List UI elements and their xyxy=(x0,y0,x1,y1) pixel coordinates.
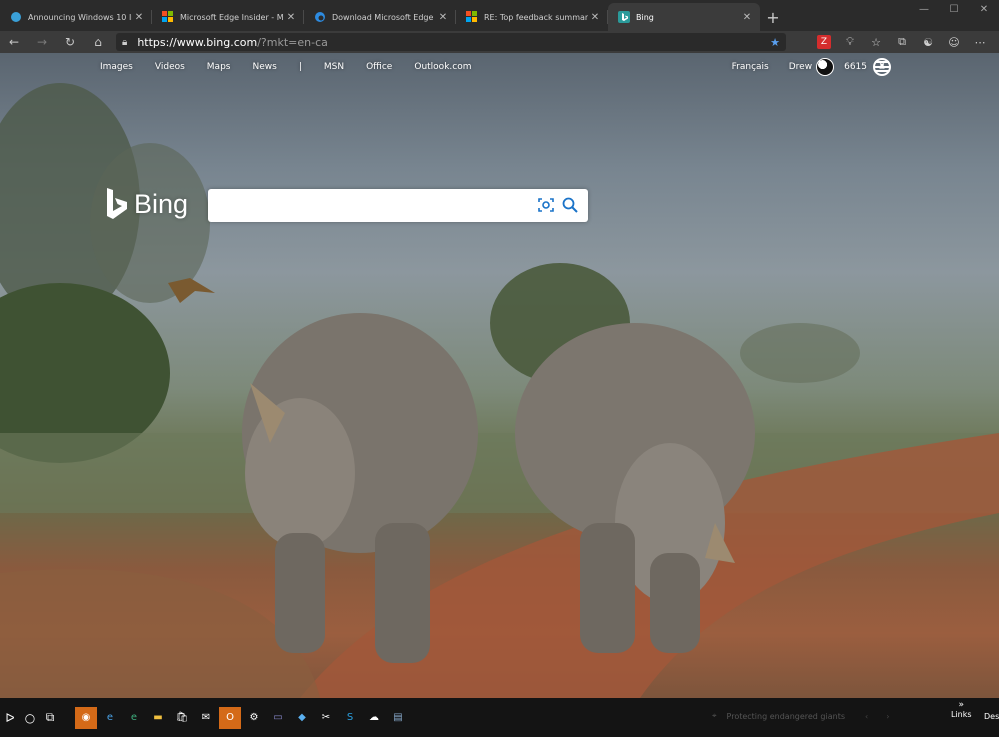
rewards-points[interactable]: 6615 xyxy=(844,62,867,72)
tab-title: RE: Top feedback summary for D xyxy=(484,12,588,22)
minimize-icon[interactable]: — xyxy=(909,0,939,18)
collections-icon[interactable]: ⧉ xyxy=(889,31,915,53)
tab-feedback-summary[interactable]: RE: Top feedback summary for D ✕ xyxy=(456,3,608,31)
links-toolbar[interactable]: » Links xyxy=(951,700,972,719)
tab-strip: Announcing Windows 10 Insider ✕ Microsof… xyxy=(0,0,999,31)
favorite-star-icon[interactable]: ★ xyxy=(770,36,780,49)
browser-toolbar: ← → ↻ ⌂ 🔒︎ https://www.bing.com/?mkt=en-… xyxy=(0,31,999,53)
terminal-icon[interactable]: ▭ xyxy=(267,707,289,729)
feedback-smiley-icon[interactable]: ☺ xyxy=(941,31,967,53)
tab-title: Microsoft Edge Insider - Micros xyxy=(180,12,284,22)
bing-background-image xyxy=(0,53,999,698)
lock-icon[interactable]: 🔒︎ xyxy=(122,37,127,48)
bing-logo[interactable]: Bing xyxy=(106,188,188,220)
edge-beta-icon[interactable]: e xyxy=(123,707,145,729)
file-explorer-icon[interactable]: ▬ xyxy=(147,707,169,729)
bing-top-nav: Images Videos Maps News | MSN Office Out… xyxy=(100,62,493,72)
taskbar-notice: ⌖ Protecting endangered giants ‹› xyxy=(712,711,907,721)
close-tab-icon[interactable]: ✕ xyxy=(740,12,754,23)
user-name[interactable]: Drew xyxy=(789,62,812,72)
tab-announcing-windows[interactable]: Announcing Windows 10 Insider ✕ xyxy=(0,3,152,31)
edge-icon[interactable]: e xyxy=(99,707,121,729)
language-link[interactable]: Français xyxy=(732,62,769,72)
nav-msn[interactable]: MSN xyxy=(324,62,344,72)
taskbar-app-highlighted-icon[interactable]: ◉ xyxy=(75,706,97,729)
extension-red-icon[interactable]: Z xyxy=(817,35,831,49)
toolbar-extensions: Z 💡︎ ☆ ⧉ ☯ ☺ ⋯ xyxy=(811,31,993,53)
bing-icon xyxy=(618,11,630,23)
favorites-list-icon[interactable]: ☆ xyxy=(863,31,889,53)
bing-account-area: Français Drew 6615 ♜ xyxy=(732,58,891,76)
tab-bing[interactable]: Bing ✕ xyxy=(608,3,760,31)
nav-news[interactable]: News xyxy=(252,62,276,72)
tab-edge-insider[interactable]: Microsoft Edge Insider - Micros ✕ xyxy=(152,3,304,31)
task-view-icon[interactable]: ⧉ xyxy=(40,703,60,733)
snip-icon[interactable]: ✂ xyxy=(315,707,337,729)
start-icon[interactable]: ᐅ xyxy=(0,703,20,733)
avatar[interactable] xyxy=(816,58,835,76)
address-url[interactable]: https://www.bing.com/?mkt=en-ca xyxy=(137,36,328,49)
edge-icon xyxy=(314,11,326,23)
nav-maps[interactable]: Maps xyxy=(207,62,231,72)
close-tab-icon[interactable]: ✕ xyxy=(284,12,298,23)
lightbulb-icon[interactable]: 💡︎ xyxy=(837,31,863,53)
notice-arrow-icons[interactable]: ‹› xyxy=(865,712,907,721)
cortana-icon[interactable]: ○ xyxy=(20,703,40,733)
close-tab-icon[interactable]: ✕ xyxy=(436,12,450,23)
settings-gear-icon[interactable]: ⚙ xyxy=(243,707,265,729)
search-input[interactable] xyxy=(218,195,528,215)
close-window-icon[interactable]: ✕ xyxy=(969,0,999,18)
rhino-scene-picture xyxy=(0,83,999,698)
location-pin-icon: ⌖ xyxy=(712,711,717,720)
mail-icon[interactable]: ✉ xyxy=(195,707,217,729)
forward-arrow-icon[interactable]: → xyxy=(28,31,56,53)
more-options-icon[interactable]: ⋯ xyxy=(967,31,993,53)
notice-text[interactable]: Protecting endangered giants xyxy=(727,712,845,721)
close-tab-icon[interactable]: ✕ xyxy=(132,12,146,23)
nav-office[interactable]: Office xyxy=(366,62,392,72)
tab-title: Announcing Windows 10 Insider xyxy=(28,12,132,22)
tab-title: Download Microsoft Edge Insid xyxy=(332,12,436,22)
microsoft-logo-icon xyxy=(162,11,174,23)
windows-blog-icon xyxy=(10,11,22,23)
remote-desktop-icon[interactable]: ▤ xyxy=(387,707,409,729)
address-bar[interactable]: 🔒︎ https://www.bing.com/?mkt=en-ca ★ xyxy=(116,33,786,51)
refresh-icon[interactable]: ↻ xyxy=(56,31,84,53)
profile-avatar-icon[interactable]: ☯ xyxy=(915,31,941,53)
links-label: Links xyxy=(951,710,972,719)
twitter-icon[interactable]: ◆ xyxy=(291,707,313,729)
cloud-app-icon[interactable]: ☁ xyxy=(363,707,385,729)
outlook-icon[interactable]: O xyxy=(219,706,241,729)
skype-icon[interactable]: S xyxy=(339,707,361,729)
maximize-icon[interactable]: ☐ xyxy=(939,0,969,18)
tab-download-edge[interactable]: Download Microsoft Edge Insid ✕ xyxy=(304,3,456,31)
store-icon[interactable]: 🛍︎ xyxy=(171,707,193,729)
bing-logo-text: Bing xyxy=(134,188,189,219)
microsoft-logo-icon xyxy=(466,11,478,23)
visual-search-icon[interactable] xyxy=(538,197,554,213)
desktop-toolbar-label[interactable]: Desk xyxy=(984,712,999,721)
bing-logo-icon xyxy=(107,188,127,219)
nav-images[interactable]: Images xyxy=(100,62,133,72)
back-arrow-icon[interactable]: ← xyxy=(0,31,28,53)
search-icon[interactable] xyxy=(562,197,578,213)
nav-videos[interactable]: Videos xyxy=(155,62,185,72)
search-box[interactable] xyxy=(208,189,588,222)
links-chevron-icon: » xyxy=(958,700,965,710)
close-tab-icon[interactable]: ✕ xyxy=(588,12,602,23)
taskbar-gap xyxy=(60,703,74,733)
nav-outlook[interactable]: Outlook.com xyxy=(414,62,471,72)
window-controls: — ☐ ✕ xyxy=(909,0,999,18)
new-tab-button[interactable]: + xyxy=(760,3,786,31)
hamburger-menu-icon[interactable] xyxy=(875,61,889,72)
tab-title: Bing xyxy=(636,12,654,22)
nav-separator: | xyxy=(298,62,302,72)
home-icon[interactable]: ⌂ xyxy=(84,31,112,53)
